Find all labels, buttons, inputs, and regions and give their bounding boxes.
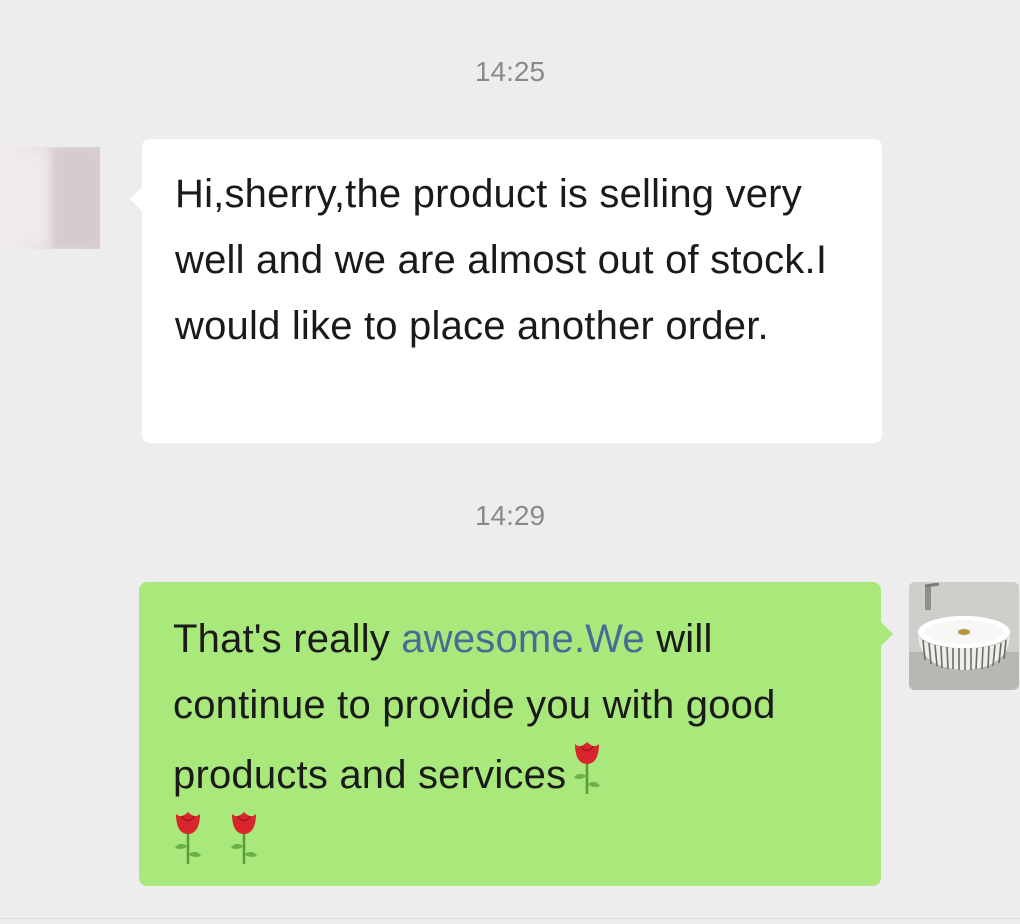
outgoing-avatar[interactable] — [909, 582, 1019, 690]
incoming-message-text: Hi,sherry,the product is selling very we… — [175, 172, 828, 348]
rose-emoji-icon — [574, 742, 601, 794]
timestamp: 14:29 — [474, 500, 546, 531]
rose-emoji-icon — [175, 812, 201, 864]
emoji-row — [171, 808, 861, 878]
divider — [0, 918, 1020, 919]
message-text-segment: That's really — [173, 617, 402, 661]
rose-emoji-icon — [231, 812, 257, 864]
chat-conversation: 14:25 Hi,sherry,the product is selling v… — [0, 0, 1020, 924]
outgoing-message-bubble[interactable]: That's really awesome.We will continue t… — [139, 582, 893, 886]
incoming-message-bubble[interactable]: Hi,sherry,the product is selling very we… — [130, 139, 882, 443]
timestamp: 14:25 — [474, 56, 546, 87]
outgoing-message-text: That's really awesome.We will continue t… — [173, 606, 861, 808]
ceramic-basin-icon — [909, 582, 1019, 690]
message-link[interactable]: awesome.We — [401, 617, 645, 661]
incoming-avatar[interactable] — [0, 147, 100, 249]
